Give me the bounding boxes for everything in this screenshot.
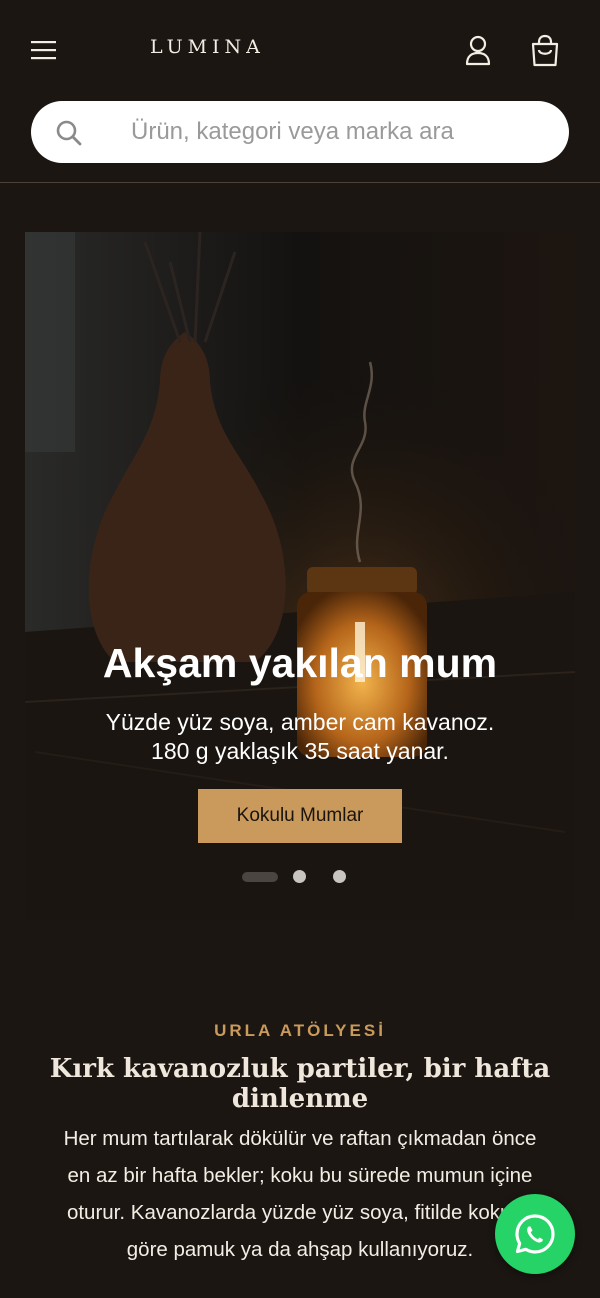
- carousel-indicators: [25, 869, 575, 885]
- brand-logo[interactable]: LUMINA: [150, 36, 265, 58]
- body-line: oturur. Kavanozlarda yüzde yüz soya, fit…: [66, 1201, 534, 1224]
- account-button[interactable]: [458, 30, 498, 70]
- search-icon[interactable]: [55, 119, 83, 147]
- carousel-dot-1[interactable]: [242, 872, 278, 882]
- hero-subtitle-line: Yüzde yüz soya, amber cam kavanoz.: [105, 709, 495, 735]
- shopping-bag-icon: [531, 34, 559, 67]
- menu-button[interactable]: [24, 30, 64, 70]
- search-input[interactable]: [131, 101, 561, 163]
- search-bar: [31, 101, 569, 163]
- body-line: Her mum tartılarak dökülür ve raftan çık…: [63, 1127, 537, 1150]
- whatsapp-button[interactable]: [495, 1194, 575, 1274]
- site-header: LUMINA: [0, 0, 600, 183]
- user-icon: [465, 35, 491, 66]
- body-line: göre pamuk ya da ahşap kullanıyoruz.: [126, 1238, 474, 1261]
- whatsapp-icon: [515, 1214, 555, 1254]
- section-body: Her mum tartılarak dökülür ve raftan çık…: [30, 1120, 570, 1268]
- carousel-dot-2[interactable]: [293, 870, 306, 883]
- hero-subtitle: Yüzde yüz soya, amber cam kavanoz. 180 g…: [0, 708, 600, 766]
- hero-subtitle-line: 180 g yaklaşık 35 saat yanar.: [151, 738, 449, 764]
- hero-title: Akşam yakılan mum: [102, 640, 498, 686]
- menu-icon: [31, 41, 56, 60]
- cart-button[interactable]: [524, 30, 566, 72]
- section-title: Kırk kavanozluk partiler, bir hafta dinl…: [49, 1054, 551, 1114]
- body-line: en az bir hafta bekler; koku bu sürede m…: [67, 1164, 533, 1187]
- section-eyebrow: URLA ATÖLYESİ: [214, 1021, 386, 1040]
- carousel-dot-3[interactable]: [333, 870, 346, 883]
- hero-cta-button[interactable]: Kokulu Mumlar: [198, 789, 402, 843]
